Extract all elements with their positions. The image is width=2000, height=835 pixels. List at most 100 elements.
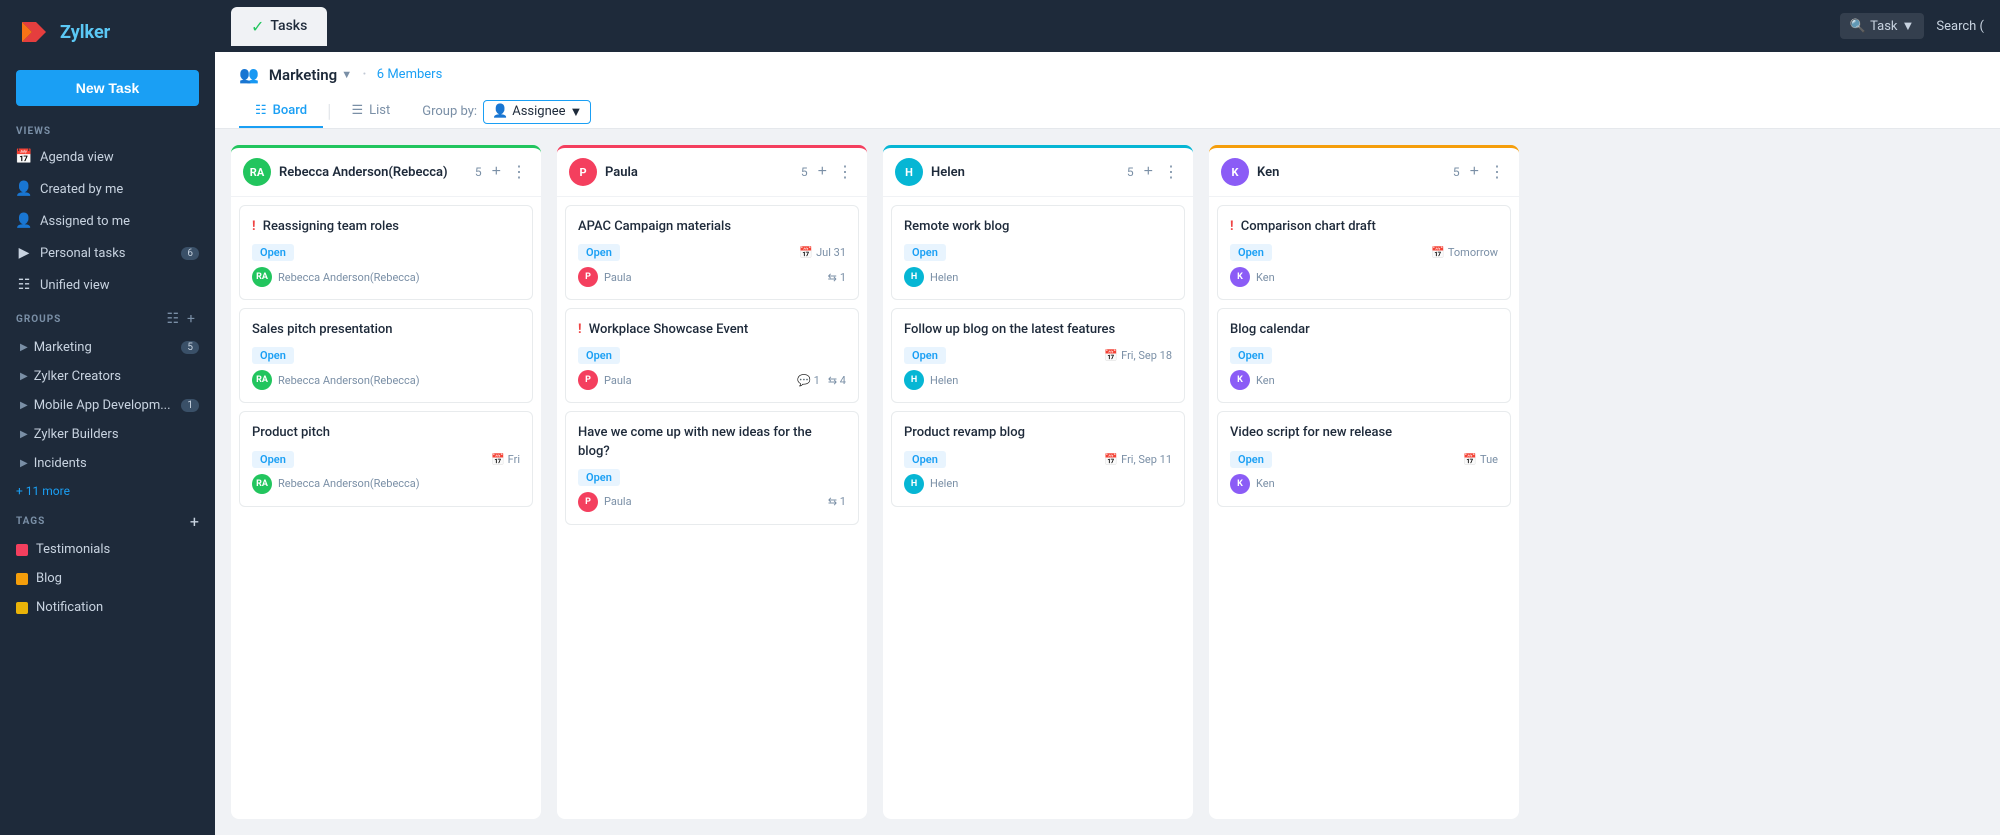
members-link[interactable]: 6 Members bbox=[377, 67, 442, 82]
filter-icon[interactable]: ☷ bbox=[162, 309, 183, 329]
task-card[interactable]: APAC Campaign materials Open 📅 Jul 31 P … bbox=[565, 205, 859, 300]
separator: · bbox=[362, 64, 367, 85]
status-badge: Open bbox=[1230, 244, 1272, 261]
task-subtasks: ⇆ 4 bbox=[828, 374, 846, 387]
group-name: Zylker Builders bbox=[34, 427, 119, 442]
date-value: Tomorrow bbox=[1448, 246, 1498, 259]
assignee-name: Ken bbox=[1256, 271, 1275, 284]
check-icon: ✓ bbox=[251, 17, 264, 36]
task-date: 📅 Fri, Sep 11 bbox=[1104, 453, 1172, 466]
priority-icon: ! bbox=[1230, 219, 1234, 234]
sidebar-item-label: Agenda view bbox=[40, 150, 114, 165]
topbar-right: 🔍 Task ▼ Search ( bbox=[1840, 13, 1984, 39]
sidebar-item-incidents[interactable]: ▶ Incidents bbox=[0, 449, 215, 478]
col-count-ken: 5 bbox=[1453, 165, 1460, 179]
assigned-icon: 👤 bbox=[16, 213, 32, 229]
tags-label: TAGS bbox=[16, 516, 190, 527]
sidebar-item-agenda[interactable]: 📅 Agenda view bbox=[0, 141, 215, 173]
sidebar-item-assigned-to-me[interactable]: 👤 Assigned to me bbox=[0, 205, 215, 237]
new-task-button[interactable]: New Task bbox=[16, 70, 199, 106]
more-options-button[interactable]: ⋮ bbox=[835, 160, 855, 184]
assignee-icon: 👤 bbox=[492, 104, 508, 119]
task-card[interactable]: Sales pitch presentation Open RA Rebecca… bbox=[239, 308, 533, 403]
task-card[interactable]: Product pitch Open 📅 Fri RA Rebecca Ande… bbox=[239, 411, 533, 506]
add-group-icon[interactable]: + bbox=[183, 309, 199, 329]
col-count-rebecca: 5 bbox=[475, 165, 482, 179]
col-name-paula: Paula bbox=[605, 165, 793, 180]
more-options-button[interactable]: ⋮ bbox=[1487, 160, 1507, 184]
col-header-rebecca: RA Rebecca Anderson(Rebecca) 5 + ⋮ bbox=[231, 148, 541, 197]
col-name-helen: Helen bbox=[931, 165, 1119, 180]
task-card[interactable]: ! Comparison chart draft Open 📅 Tomorrow… bbox=[1217, 205, 1511, 300]
sidebar-item-created-by-me[interactable]: 👤 Created by me bbox=[0, 173, 215, 205]
group-by-value: Assignee bbox=[512, 104, 565, 119]
task-card[interactable]: Have we come up with new ideas for the b… bbox=[565, 411, 859, 524]
task-date: 📅 Tomorrow bbox=[1431, 246, 1498, 259]
tab-label: Board bbox=[273, 103, 307, 118]
task-title: Blog calendar bbox=[1230, 321, 1498, 339]
groups-label: GROUPS bbox=[16, 314, 162, 325]
task-title: APAC Campaign materials bbox=[578, 218, 846, 236]
more-options-button[interactable]: ⋮ bbox=[509, 160, 529, 184]
sidebar-item-zylker-builders[interactable]: ▶ Zylker Builders bbox=[0, 420, 215, 449]
tab-board[interactable]: ☷ Board bbox=[239, 95, 323, 128]
task-dropdown[interactable]: 🔍 Task ▼ bbox=[1840, 13, 1924, 39]
task-card[interactable]: Video script for new release Open 📅 Tue … bbox=[1217, 411, 1511, 506]
main-content: ✓ Tasks 🔍 Task ▼ Search ( 👥 Marketing ▼ bbox=[215, 0, 2000, 835]
group-name: Incidents bbox=[34, 456, 87, 471]
task-title: Remote work blog bbox=[904, 218, 1172, 236]
search-icon-small: 🔍 bbox=[1850, 19, 1866, 34]
calendar-icon: 📅 bbox=[1104, 453, 1118, 466]
sidebar-item-unified-view[interactable]: ☷ Unified view bbox=[0, 269, 215, 301]
search-button[interactable]: Search ( bbox=[1936, 19, 1984, 34]
task-footer: Open bbox=[252, 347, 520, 364]
project-name[interactable]: Marketing ▼ bbox=[269, 66, 352, 84]
add-task-button[interactable]: + bbox=[1468, 161, 1481, 183]
sidebar-item-mobile-app[interactable]: ▶ Mobile App Developm... 1 bbox=[0, 391, 215, 420]
add-task-button[interactable]: + bbox=[490, 161, 503, 183]
sidebar-item-marketing[interactable]: ▶ Marketing 5 bbox=[0, 333, 215, 362]
tag-blog[interactable]: Blog bbox=[0, 564, 215, 593]
status-badge: Open bbox=[904, 347, 946, 364]
tab-list[interactable]: ☰ List bbox=[335, 95, 406, 128]
add-task-button[interactable]: + bbox=[1142, 161, 1155, 183]
task-footer: Open 📅 Fri bbox=[252, 451, 520, 468]
tag-dot bbox=[16, 544, 28, 556]
priority-icon: ! bbox=[252, 219, 256, 234]
search-label: Search ( bbox=[1936, 19, 1984, 34]
assignee-name: Rebecca Anderson(Rebecca) bbox=[278, 374, 420, 387]
task-card[interactable]: Follow up blog on the latest features Op… bbox=[891, 308, 1185, 403]
sidebar-item-zylker-creators[interactable]: ▶ Zylker Creators bbox=[0, 362, 215, 391]
task-subtasks: ⇆ 1 bbox=[828, 495, 846, 508]
sidebar-item-label: Unified view bbox=[40, 278, 110, 293]
task-footer: Open bbox=[578, 469, 846, 486]
tag-testimonials[interactable]: Testimonials bbox=[0, 535, 215, 564]
agenda-icon: 📅 bbox=[16, 149, 32, 165]
add-tag-icon[interactable]: + bbox=[190, 512, 199, 531]
task-card[interactable]: ! Workplace Showcase Event Open P Paula … bbox=[565, 308, 859, 403]
assignee-name: Rebecca Anderson(Rebecca) bbox=[278, 271, 420, 284]
task-card[interactable]: ! Reassigning team roles Open RA Rebecca… bbox=[239, 205, 533, 300]
calendar-icon: 📅 bbox=[1463, 453, 1477, 466]
task-footer: Open 📅 Jul 31 bbox=[578, 244, 846, 261]
task-card[interactable]: Remote work blog Open H Helen bbox=[891, 205, 1185, 300]
sidebar-item-personal-tasks[interactable]: ▶ Personal tasks 6 bbox=[0, 237, 215, 269]
tasks-tab[interactable]: ✓ Tasks bbox=[231, 7, 327, 46]
more-options-button[interactable]: ⋮ bbox=[1161, 160, 1181, 184]
tag-notification[interactable]: Notification bbox=[0, 593, 215, 622]
avatar-ken: K bbox=[1221, 158, 1249, 186]
col-header-paula: P Paula 5 + ⋮ bbox=[557, 148, 867, 197]
date-value: Fri, Sep 18 bbox=[1121, 349, 1172, 362]
task-card[interactable]: Product revamp blog Open 📅 Fri, Sep 11 H… bbox=[891, 411, 1185, 506]
task-footer: Open bbox=[578, 347, 846, 364]
group-by-select[interactable]: 👤 Assignee ▼ bbox=[483, 100, 591, 124]
add-task-button[interactable]: + bbox=[816, 161, 829, 183]
task-card[interactable]: Blog calendar Open K Ken bbox=[1217, 308, 1511, 403]
task-dropdown-label: Task bbox=[1870, 19, 1897, 34]
assignee-avatar: H bbox=[904, 267, 924, 287]
tag-name: Testimonials bbox=[36, 542, 110, 557]
task-footer: Open 📅 Tomorrow bbox=[1230, 244, 1498, 261]
assignee-name: Ken bbox=[1256, 374, 1275, 387]
sidebar-item-label: Personal tasks bbox=[40, 246, 126, 261]
more-groups-link[interactable]: + 11 more bbox=[0, 478, 215, 504]
